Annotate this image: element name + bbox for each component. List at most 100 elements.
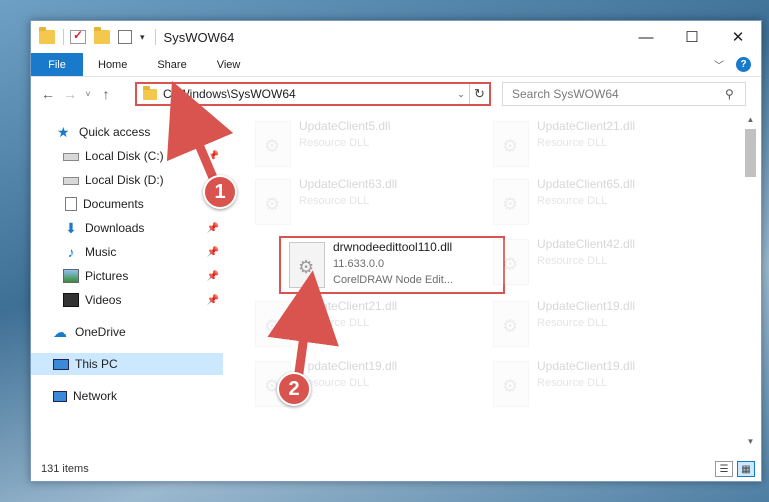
file-item[interactable]: UpdateClient5.dll Resource DLL [247, 117, 475, 173]
file-type: Resource DLL [299, 195, 370, 207]
file-item[interactable]: UpdateClient21.dll Resource DLL [485, 117, 713, 173]
dll-file-icon [289, 242, 325, 288]
back-button[interactable]: ← [37, 86, 59, 102]
sidebar-item-local-disk-d[interactable]: Local Disk (D:) [31, 169, 223, 191]
folder-icon [143, 85, 157, 100]
sidebar-item-this-pc[interactable]: This PC [31, 353, 223, 375]
sidebar-item-label: This PC [75, 357, 118, 371]
file-type: Resource DLL [537, 317, 608, 329]
divider [63, 29, 64, 45]
large-icons-view-icon[interactable]: ▦ [737, 461, 755, 477]
pin-icon: 📌 [206, 246, 219, 258]
address-path[interactable]: C:\Windows\SysWOW64 [163, 87, 453, 101]
file-item[interactable]: UpdateClient63.dll Resource DLL [247, 175, 475, 231]
pin-icon: 📌 [206, 222, 219, 234]
expand-ribbon-chevron-icon[interactable]: ﹀ [714, 57, 724, 72]
vertical-scrollbar[interactable]: ▲ ▼ [742, 113, 759, 449]
file-name: UpdateClient19.dll [537, 359, 636, 373]
file-name: UpdateClient21.dll [537, 119, 636, 133]
scroll-down-arrow-icon[interactable]: ▼ [742, 435, 759, 449]
tab-share[interactable]: Share [142, 53, 201, 76]
tab-file[interactable]: File [31, 53, 83, 76]
sidebar-item-quick-access[interactable]: ★ Quick access [31, 121, 223, 143]
file-type: Resource DLL [299, 317, 370, 329]
status-bar: 131 items ☰ ▦ [31, 457, 761, 481]
file-description: CorelDRAW Node Edit... [333, 274, 454, 286]
sidebar-item-label: Downloads [85, 221, 145, 235]
refresh-button[interactable]: ↻ [469, 84, 489, 104]
search-input[interactable]: Search SysWOW64 [512, 87, 725, 101]
sidebar-item-label: Local Disk (C:) [85, 149, 164, 163]
sidebar-item-downloads[interactable]: ⬇ Downloads 📌 [31, 217, 223, 239]
file-type: Resource DLL [537, 195, 608, 207]
sidebar-item-label: Network [73, 389, 118, 403]
file-type: Resource DLL [537, 137, 608, 149]
pin-icon: 📌 [206, 270, 219, 282]
properties-check-icon[interactable] [70, 28, 86, 44]
sidebar-item-network[interactable]: Network [31, 385, 223, 407]
documents-icon [65, 197, 77, 211]
drive-icon [63, 177, 79, 185]
folder-icon[interactable] [39, 27, 55, 44]
close-button[interactable]: ✕ [715, 21, 761, 53]
ribbon-tabs: File Home Share View ﹀ ? [31, 53, 761, 77]
file-version: 11.633.0.0 [333, 258, 385, 270]
details-view-icon[interactable]: ☰ [715, 461, 733, 477]
file-type: Resource DLL [537, 255, 608, 267]
file-item-selected[interactable]: drwnodeedittool110.dll 11.633.0.0 CorelD… [279, 236, 505, 294]
file-name: UpdateClient19.dll [299, 359, 398, 373]
tab-home[interactable]: Home [83, 53, 142, 76]
file-item[interactable]: UpdateClient21.dll Resource DLL [247, 297, 475, 353]
file-type: Resource DLL [299, 137, 370, 149]
file-item[interactable]: UpdateClient42.dll Resource DLL [485, 235, 713, 291]
sidebar-item-onedrive[interactable]: ☁ OneDrive [31, 321, 223, 343]
file-name: UpdateClient21.dll [299, 299, 398, 313]
customize-toolbar-chevron-icon[interactable]: ▾ [140, 32, 145, 43]
search-icon[interactable]: ⚲ [725, 87, 745, 101]
sidebar-item-music[interactable]: ♪ Music 📌 [31, 241, 223, 263]
address-dropdown-chevron-icon[interactable]: ⌄ [453, 89, 469, 100]
file-name: UpdateClient63.dll [299, 177, 398, 191]
window-title: SysWOW64 [163, 29, 235, 45]
pictures-icon [63, 269, 79, 283]
navigation-pane: ★ Quick access Local Disk (C:) 📌 Local D… [31, 113, 223, 449]
sidebar-item-local-disk-c[interactable]: Local Disk (C:) 📌 [31, 145, 223, 167]
scroll-up-arrow-icon[interactable]: ▲ [742, 113, 759, 127]
recent-locations-chevron-icon[interactable]: ˅ [81, 89, 95, 99]
dll-file-icon [255, 301, 291, 347]
title-bar: ▾ SysWOW64 — ☐ ✕ [31, 21, 761, 53]
sidebar-item-label: Music [85, 245, 117, 259]
file-type: Resource DLL [537, 377, 608, 389]
navigation-row: ← → ˅ ↑ C:\Windows\SysWOW64 ⌄ ↻ Search S… [31, 79, 761, 109]
help-icon[interactable]: ? [736, 57, 751, 72]
downloads-icon: ⬇ [65, 220, 77, 236]
dll-file-icon [493, 179, 529, 225]
file-item[interactable]: UpdateClient65.dll Resource DLL [485, 175, 713, 231]
up-button[interactable]: ↑ [95, 86, 117, 102]
sidebar-item-label: Quick access [79, 125, 151, 139]
file-name: UpdateClient42.dll [537, 237, 636, 251]
sidebar-item-label: OneDrive [75, 325, 126, 339]
sidebar-item-videos[interactable]: Videos 📌 [31, 289, 223, 311]
tab-view[interactable]: View [202, 53, 256, 76]
network-icon [53, 390, 67, 402]
dll-file-icon [493, 361, 529, 407]
sidebar-item-documents[interactable]: Documents [31, 193, 223, 215]
properties-icon[interactable] [118, 30, 132, 44]
minimize-button[interactable]: — [623, 21, 669, 53]
pin-icon: 📌 [206, 150, 219, 162]
quick-access-toolbar: ▾ [39, 27, 162, 45]
new-folder-icon[interactable] [94, 27, 110, 44]
forward-button[interactable]: → [59, 86, 81, 102]
dll-file-icon [255, 179, 291, 225]
file-item[interactable]: UpdateClient19.dll Resource DLL [485, 357, 713, 413]
scrollbar-thumb[interactable] [745, 129, 756, 177]
file-item[interactable]: UpdateClient19.dll Resource DLL [485, 297, 713, 353]
drive-icon [63, 153, 79, 161]
maximize-button[interactable]: ☐ [669, 21, 715, 53]
sidebar-item-pictures[interactable]: Pictures 📌 [31, 265, 223, 287]
videos-icon [63, 293, 79, 307]
address-bar[interactable]: C:\Windows\SysWOW64 ⌄ ↻ [135, 82, 491, 106]
star-icon: ★ [57, 124, 70, 140]
search-box[interactable]: Search SysWOW64 ⚲ [502, 82, 746, 106]
